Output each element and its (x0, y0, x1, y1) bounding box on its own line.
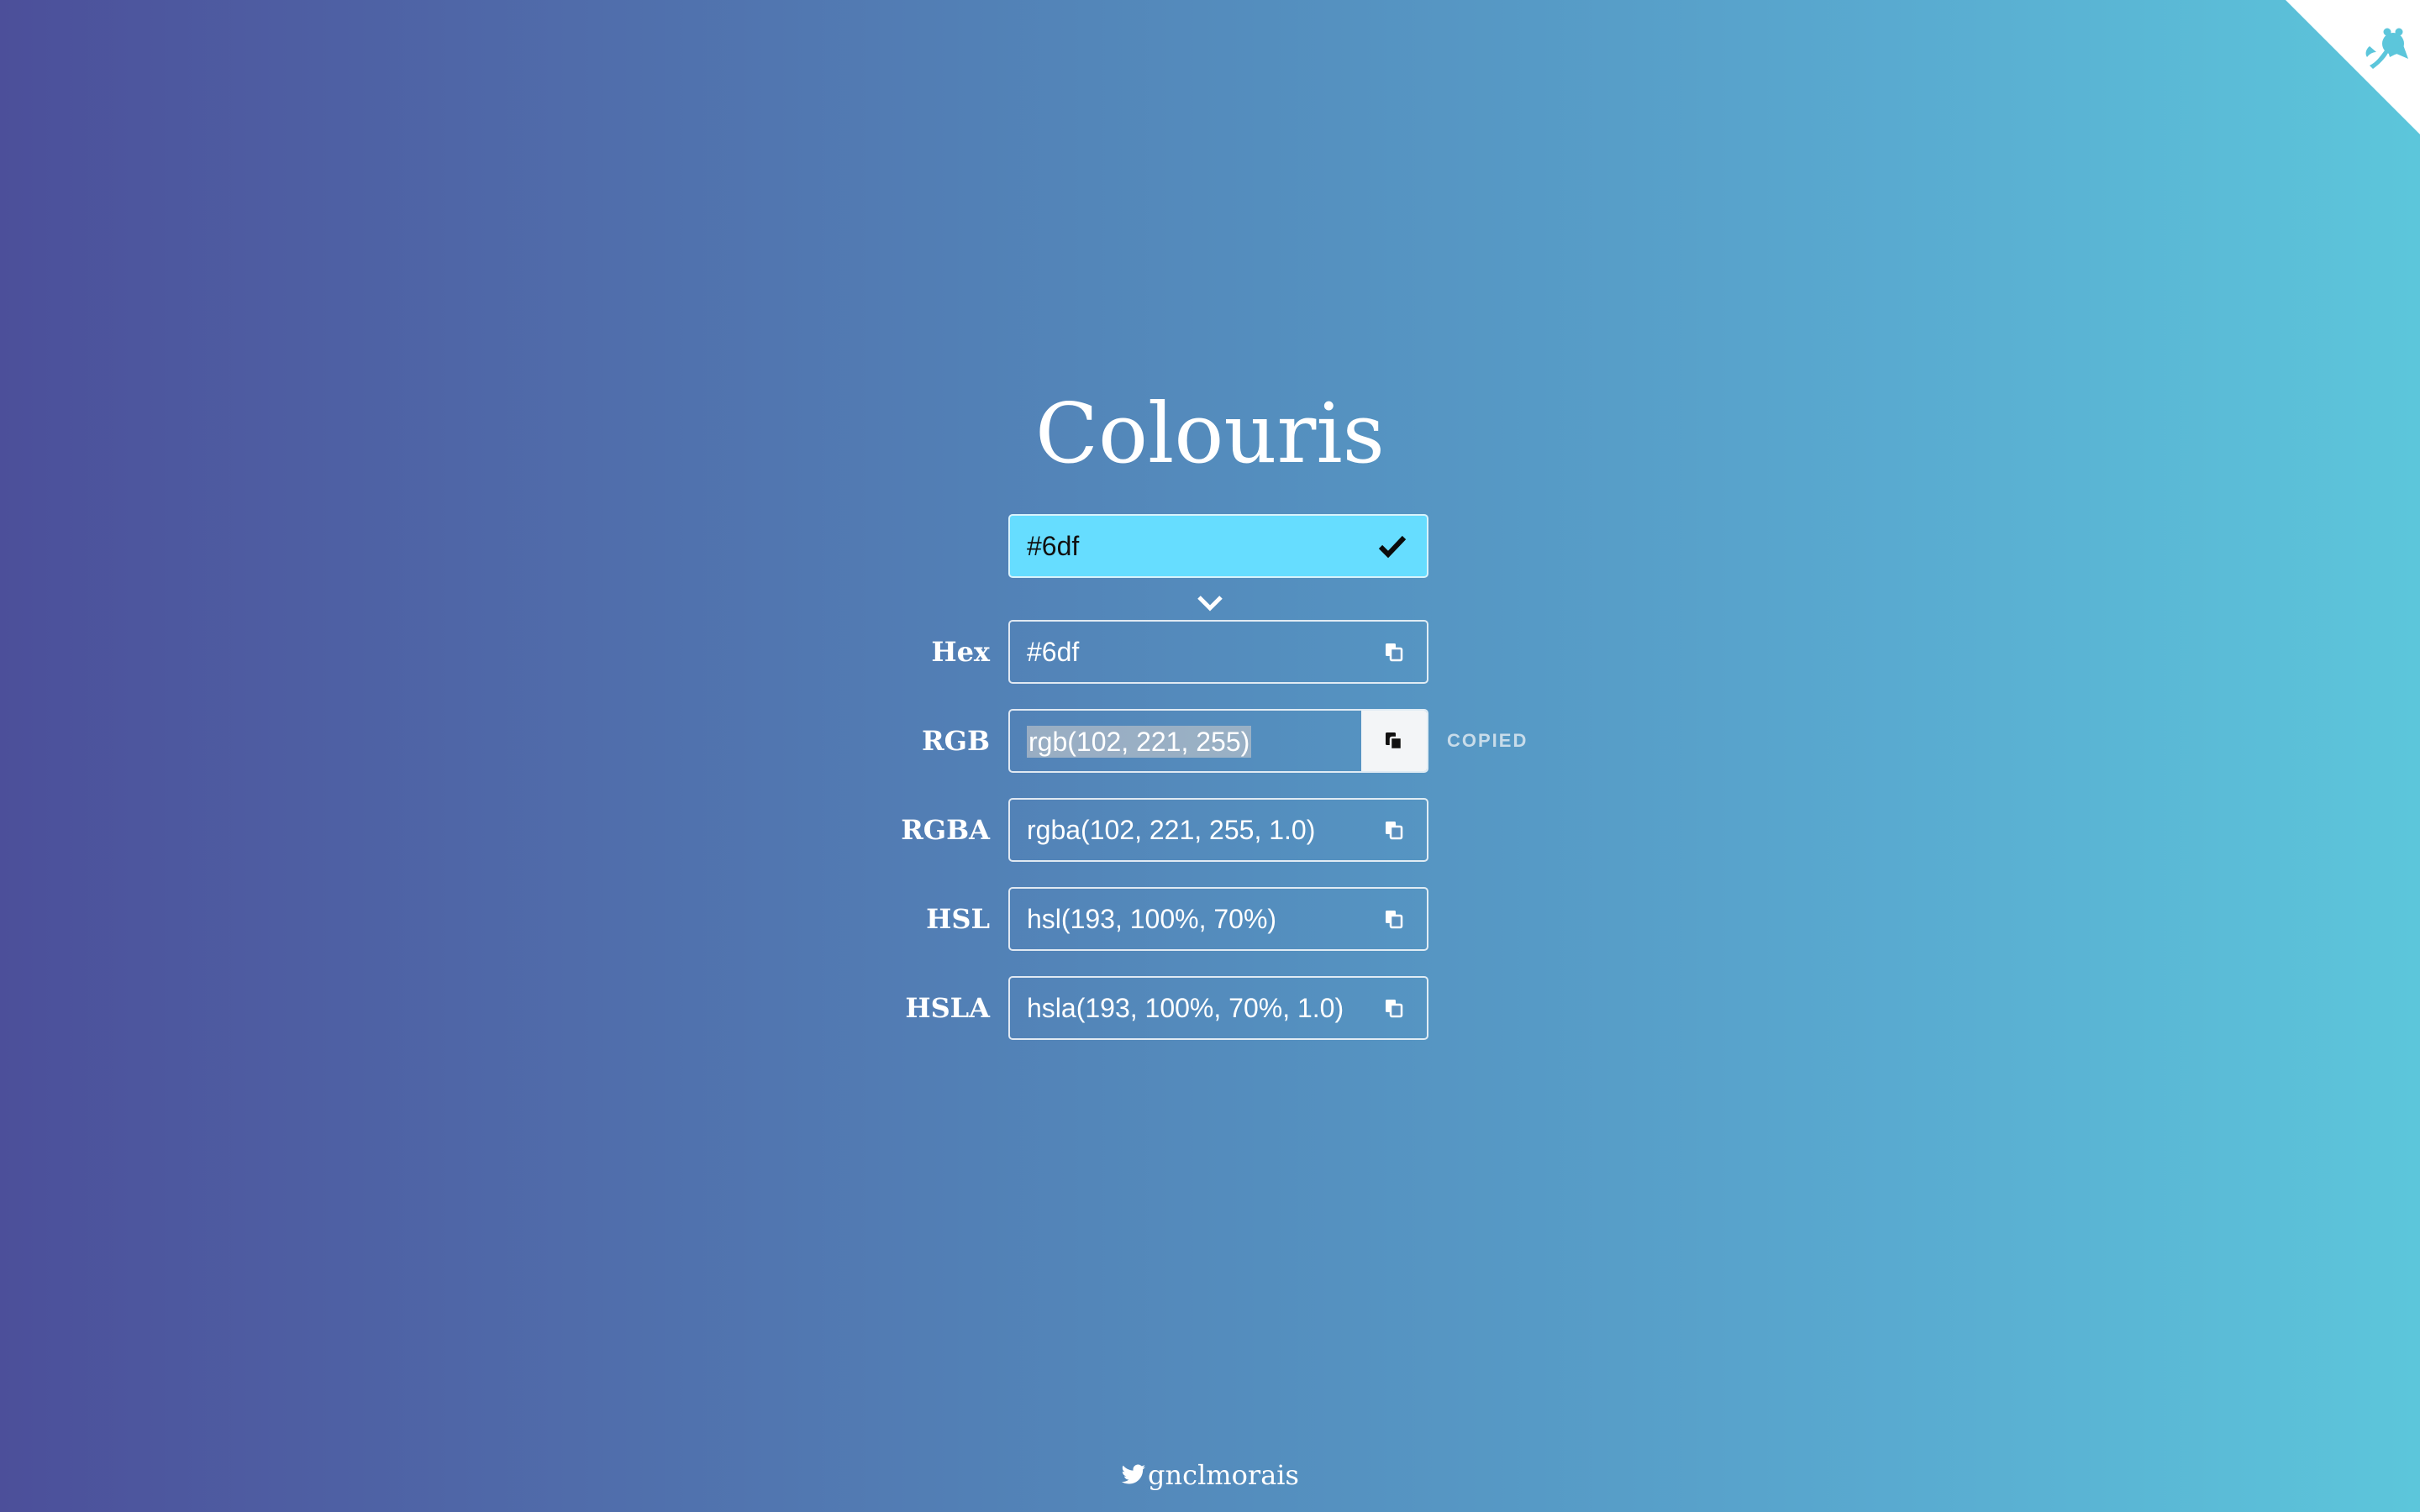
format-label: Hex (931, 636, 990, 668)
format-label: RGB (922, 725, 990, 757)
format-label: HSLA (905, 992, 990, 1024)
copy-icon (1386, 822, 1403, 840)
copy-button[interactable] (1361, 889, 1427, 949)
github-octocat-icon (2286, 0, 2420, 134)
format-field (1008, 976, 1428, 1040)
format-field (1008, 887, 1428, 951)
github-corner-link[interactable] (2286, 0, 2420, 134)
chevron-down-icon (1196, 588, 1224, 617)
color-input-container (1008, 514, 1428, 578)
copy-button[interactable] (1361, 978, 1427, 1038)
twitter-handle: gnclmorais (1148, 1459, 1299, 1491)
app-title: Colouris (1035, 386, 1385, 482)
copy-icon (1386, 911, 1403, 929)
check-icon[interactable] (1378, 533, 1407, 559)
format-row-rgba: RGBA (0, 798, 2420, 862)
footer: gnclmorais (0, 1455, 2420, 1495)
format-row-hex: Hex (0, 620, 2420, 684)
format-row-hsl: HSL (0, 887, 2420, 951)
format-label: RGBA (901, 814, 990, 846)
format-field (1008, 620, 1428, 684)
copy-button[interactable] (1361, 800, 1427, 860)
copy-icon (1386, 1000, 1403, 1018)
rgba-value-field[interactable] (1027, 800, 1346, 860)
copied-status: COPIED (1447, 730, 1528, 751)
format-row-rgb: RGB rgb(102, 221, 255) COPIED (0, 709, 2420, 773)
copy-icon (1386, 643, 1403, 662)
copy-button[interactable] (1361, 622, 1427, 682)
copy-button[interactable] (1361, 711, 1427, 771)
copy-icon (1386, 732, 1403, 751)
format-field (1008, 798, 1428, 862)
format-row-hsla: HSLA (0, 976, 2420, 1040)
rgb-value-field[interactable]: rgb(102, 221, 255) (1027, 726, 1252, 758)
format-field: rgb(102, 221, 255) (1008, 709, 1428, 773)
twitter-link[interactable]: gnclmorais (1121, 1459, 1299, 1491)
format-label: HSL (926, 903, 990, 935)
color-value-input[interactable] (1027, 516, 1363, 576)
hex-value-field[interactable] (1027, 622, 1346, 682)
twitter-icon (1121, 1464, 1146, 1483)
hsla-value-field[interactable] (1027, 978, 1346, 1038)
hsl-value-field[interactable] (1027, 889, 1346, 949)
